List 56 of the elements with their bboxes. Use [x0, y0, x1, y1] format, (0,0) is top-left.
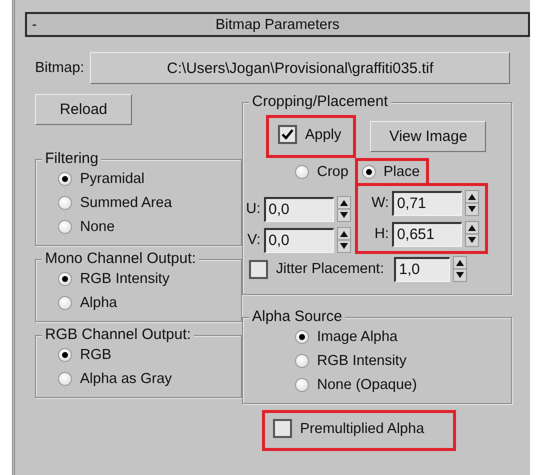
spinner-arrows-icon[interactable] [336, 227, 350, 253]
radio-option[interactable]: Alpha [58, 292, 241, 314]
number-field[interactable]: 0,651 [392, 222, 462, 246]
number-field[interactable]: 0,71 [392, 190, 462, 216]
checked-checkbox-icon[interactable] [278, 125, 297, 144]
rollout-header[interactable]: - Bitmap Parameters [25, 12, 530, 37]
radio-option[interactable]: RGB Intensity [58, 268, 241, 290]
reload-button[interactable]: Reload [35, 94, 132, 125]
radio-option[interactable]: RGB Intensity [295, 350, 511, 372]
radio-option[interactable]: Pyramidal [58, 168, 241, 190]
checkbox-icon[interactable] [249, 260, 268, 278]
bitmap-label: Bitmap: [35, 60, 84, 76]
radio-icon[interactable] [362, 165, 376, 179]
radio-option[interactable]: None (Opaque) [295, 374, 511, 396]
group-title: RGB Channel Output: [42, 326, 194, 344]
apply-checkbox[interactable]: Apply [278, 125, 342, 144]
radio-option[interactable]: Alpha as Gray [58, 368, 241, 390]
radio-icon[interactable] [58, 348, 72, 362]
radio-option[interactable]: Summed Area [58, 192, 241, 214]
field-label: V: [247, 232, 260, 248]
radio-option[interactable]: Place [362, 161, 420, 183]
radio-icon[interactable] [58, 196, 72, 210]
field-label: W: [372, 195, 389, 211]
field-label: H: [374, 226, 389, 242]
number-field[interactable]: 0,0 [264, 228, 334, 252]
spinner-arrows-icon[interactable] [453, 256, 467, 282]
radio-icon[interactable] [295, 354, 309, 368]
radio-icon[interactable] [58, 172, 72, 186]
radio-option[interactable]: None [58, 216, 241, 238]
group-title: Filtering [42, 150, 102, 168]
radio-option[interactable]: RGB [58, 344, 241, 366]
premultiplied-alpha-checkbox[interactable]: Premultiplied Alpha [273, 419, 424, 438]
radio-icon[interactable] [58, 296, 72, 310]
radio-icon[interactable] [295, 330, 309, 344]
spinner-arrows-icon[interactable] [464, 221, 479, 247]
number-field[interactable]: 0,0 [264, 196, 334, 222]
collapse-toggle[interactable]: - [32, 16, 42, 32]
radio-icon[interactable] [58, 220, 72, 234]
radio-icon[interactable] [295, 378, 309, 392]
number-field[interactable]: 1,0 [394, 256, 450, 282]
radio-option[interactable]: Crop [295, 161, 348, 183]
spinner-arrows-icon[interactable] [464, 190, 479, 216]
jitter-checkbox[interactable]: Jitter Placement: [249, 260, 384, 278]
bitmap-path-button[interactable]: C:\Users\Jogan\Provisional\graffiti035.tif [90, 52, 510, 84]
view-image-button[interactable]: View Image [370, 121, 486, 152]
group-title: Alpha Source [249, 308, 346, 326]
radio-icon[interactable] [295, 165, 309, 179]
field-label: U: [246, 201, 260, 217]
radio-option[interactable]: Image Alpha [295, 326, 511, 348]
checkbox-icon[interactable] [273, 419, 292, 438]
radio-icon[interactable] [58, 272, 72, 286]
radio-icon[interactable] [58, 372, 72, 386]
group-title: Cropping/Placement [249, 93, 391, 111]
spinner-arrows-icon[interactable] [336, 196, 350, 222]
rollout-title: Bitmap Parameters [214, 16, 341, 32]
group-title: Mono Channel Output: [42, 250, 199, 268]
